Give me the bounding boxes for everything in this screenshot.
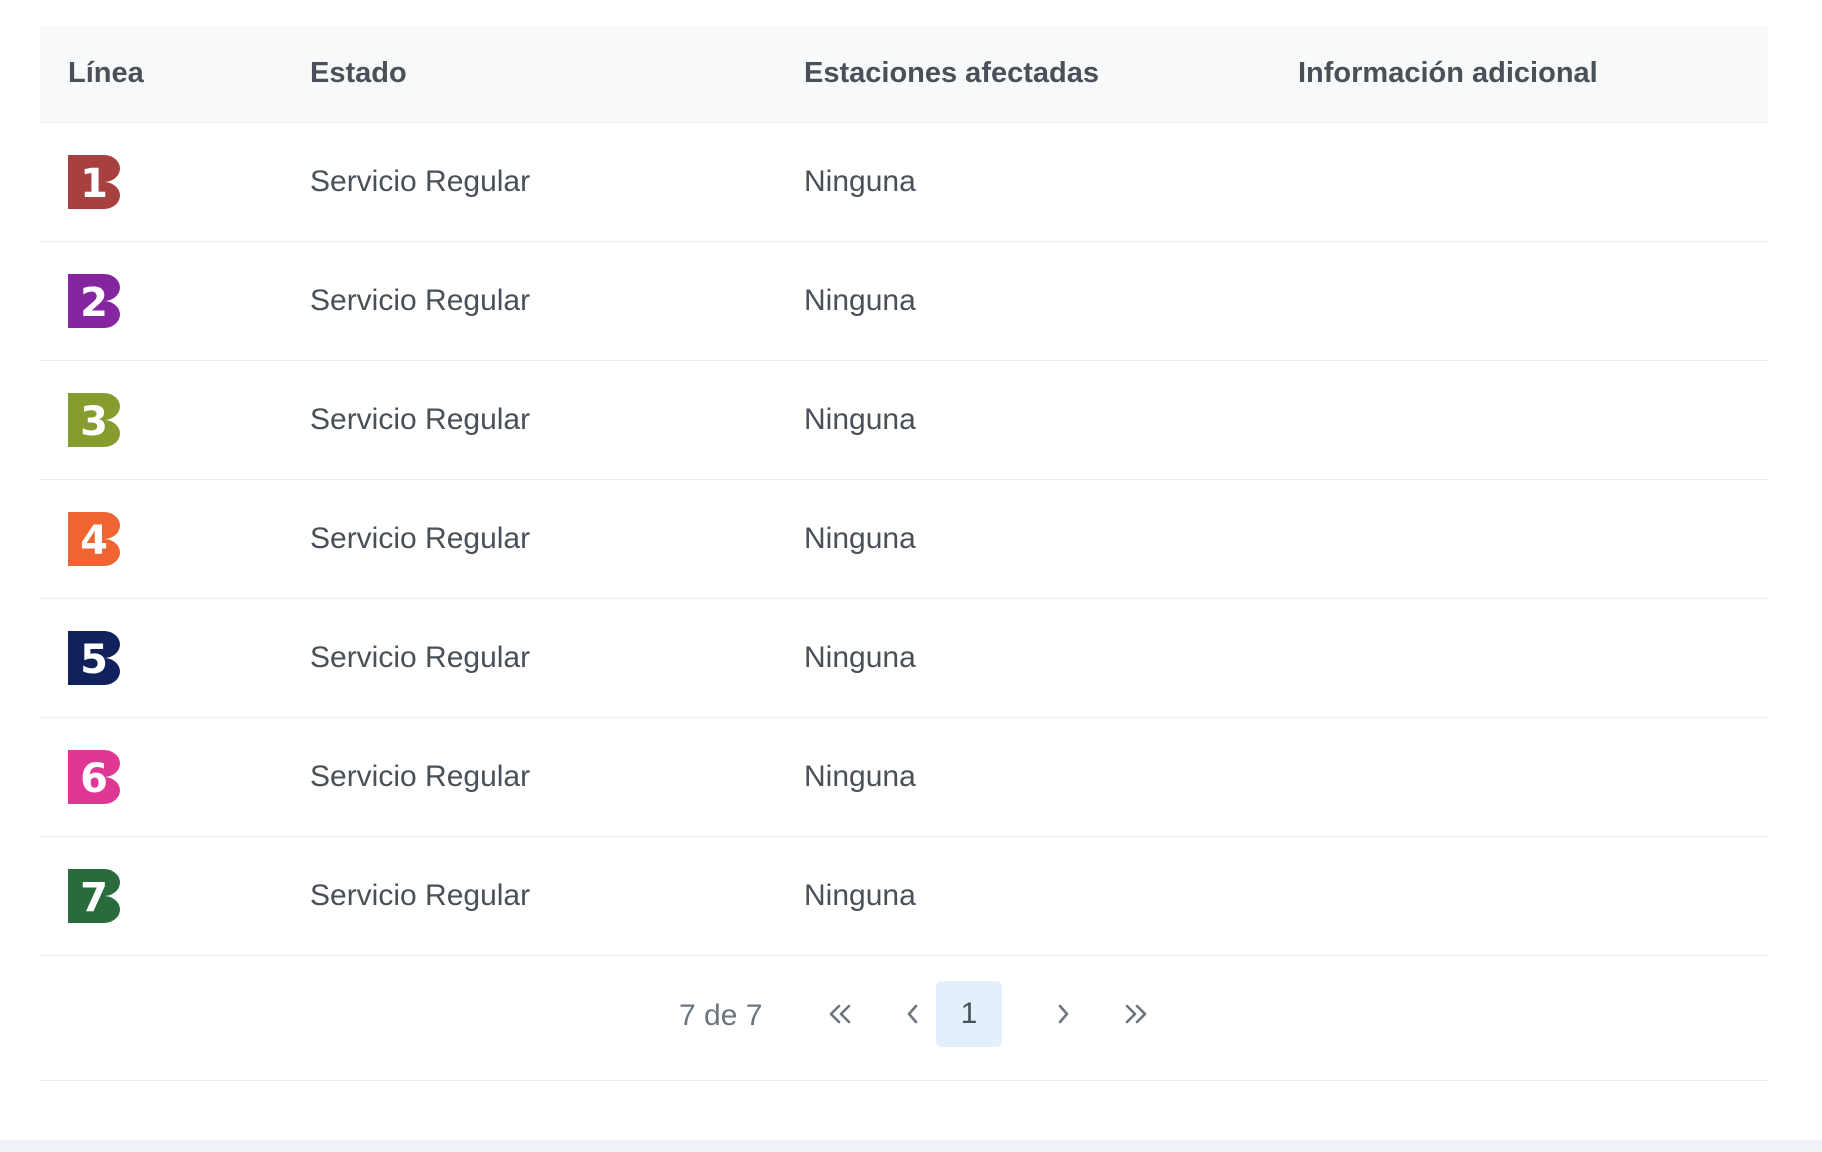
stations-cell: Ninguna [792, 122, 1286, 242]
stations-cell: Ninguna [792, 479, 1286, 599]
table-row: 5 Servicio Regular Ninguna [40, 598, 1768, 718]
line-badge: 7 [68, 868, 122, 923]
table-row: 3 Servicio Regular Ninguna [40, 360, 1768, 480]
header-row: Línea Estado Estaciones afectadas Inform… [40, 26, 1768, 123]
info-cell [1286, 241, 1768, 361]
metro-line-icon: 5 [68, 630, 120, 685]
double-chevron-left-icon [829, 1004, 851, 1024]
metro-line-icon: 7 [68, 868, 120, 923]
next-page-button[interactable] [1030, 981, 1096, 1047]
paginator: 7 de 7 1 [40, 951, 1768, 1081]
page-footer-band [0, 1140, 1822, 1152]
line-cell: 4 [40, 479, 298, 599]
stations-cell: Ninguna [792, 241, 1286, 361]
chevron-right-icon [1058, 1004, 1069, 1024]
state-cell: Servicio Regular [298, 241, 792, 361]
line-number: 1 [80, 161, 108, 207]
stations-cell: Ninguna [792, 360, 1286, 480]
line-badge: 2 [68, 273, 122, 328]
metro-line-icon: 6 [68, 749, 120, 804]
info-cell [1286, 598, 1768, 718]
table-row: 4 Servicio Regular Ninguna [40, 479, 1768, 599]
header-info: Información adicional [1286, 26, 1768, 123]
info-cell [1286, 479, 1768, 599]
line-badge: 1 [68, 154, 122, 209]
chevron-left-icon [907, 1004, 918, 1024]
table-row: 2 Servicio Regular Ninguna [40, 241, 1768, 361]
line-number: 2 [80, 280, 108, 326]
line-number: 6 [80, 756, 108, 802]
line-badge: 5 [68, 630, 122, 685]
table-row: 6 Servicio Regular Ninguna [40, 717, 1768, 837]
table-row: 1 Servicio Regular Ninguna [40, 122, 1768, 242]
header-line: Línea [40, 26, 298, 123]
table-header: Línea Estado Estaciones afectadas Inform… [40, 26, 1768, 123]
line-cell: 3 [40, 360, 298, 480]
header-stations: Estaciones afectadas [792, 26, 1286, 123]
state-cell: Servicio Regular [298, 836, 792, 956]
line-badge: 4 [68, 511, 122, 566]
state-cell: Servicio Regular [298, 122, 792, 242]
metro-line-icon: 4 [68, 511, 120, 566]
stations-cell: Ninguna [792, 717, 1286, 837]
metro-line-icon: 2 [68, 273, 120, 328]
state-cell: Servicio Regular [298, 717, 792, 837]
state-cell: Servicio Regular [298, 360, 792, 480]
line-badge: 3 [68, 392, 122, 447]
info-cell [1286, 360, 1768, 480]
double-chevron-right-icon [1125, 1004, 1147, 1024]
line-number: 3 [80, 399, 108, 445]
info-cell [1286, 717, 1768, 837]
line-number: 5 [80, 637, 108, 683]
metro-line-icon: 3 [68, 392, 120, 447]
header-state: Estado [298, 26, 792, 123]
info-cell [1286, 122, 1768, 242]
state-cell: Servicio Regular [298, 479, 792, 599]
line-badge: 6 [68, 749, 122, 804]
metro-line-icon: 1 [68, 154, 120, 209]
first-page-button[interactable] [807, 981, 873, 1047]
line-status-table: Línea Estado Estaciones afectadas Inform… [40, 26, 1768, 956]
line-cell: 2 [40, 241, 298, 361]
line-cell: 1 [40, 122, 298, 242]
line-cell: 6 [40, 717, 298, 837]
last-page-button[interactable] [1103, 981, 1169, 1047]
state-cell: Servicio Regular [298, 598, 792, 718]
info-cell [1286, 836, 1768, 956]
stations-cell: Ninguna [792, 598, 1286, 718]
line-number: 4 [80, 518, 108, 564]
stations-cell: Ninguna [792, 836, 1286, 956]
line-cell: 5 [40, 598, 298, 718]
table-row: 7 Servicio Regular Ninguna [40, 836, 1768, 956]
table-body: 1 Servicio Regular Ninguna 2 Servicio Re… [40, 122, 1768, 956]
page-report: 7 de 7 [679, 999, 763, 1032]
line-number: 7 [80, 875, 108, 921]
page-button-current[interactable]: 1 [936, 981, 1002, 1047]
line-cell: 7 [40, 836, 298, 956]
